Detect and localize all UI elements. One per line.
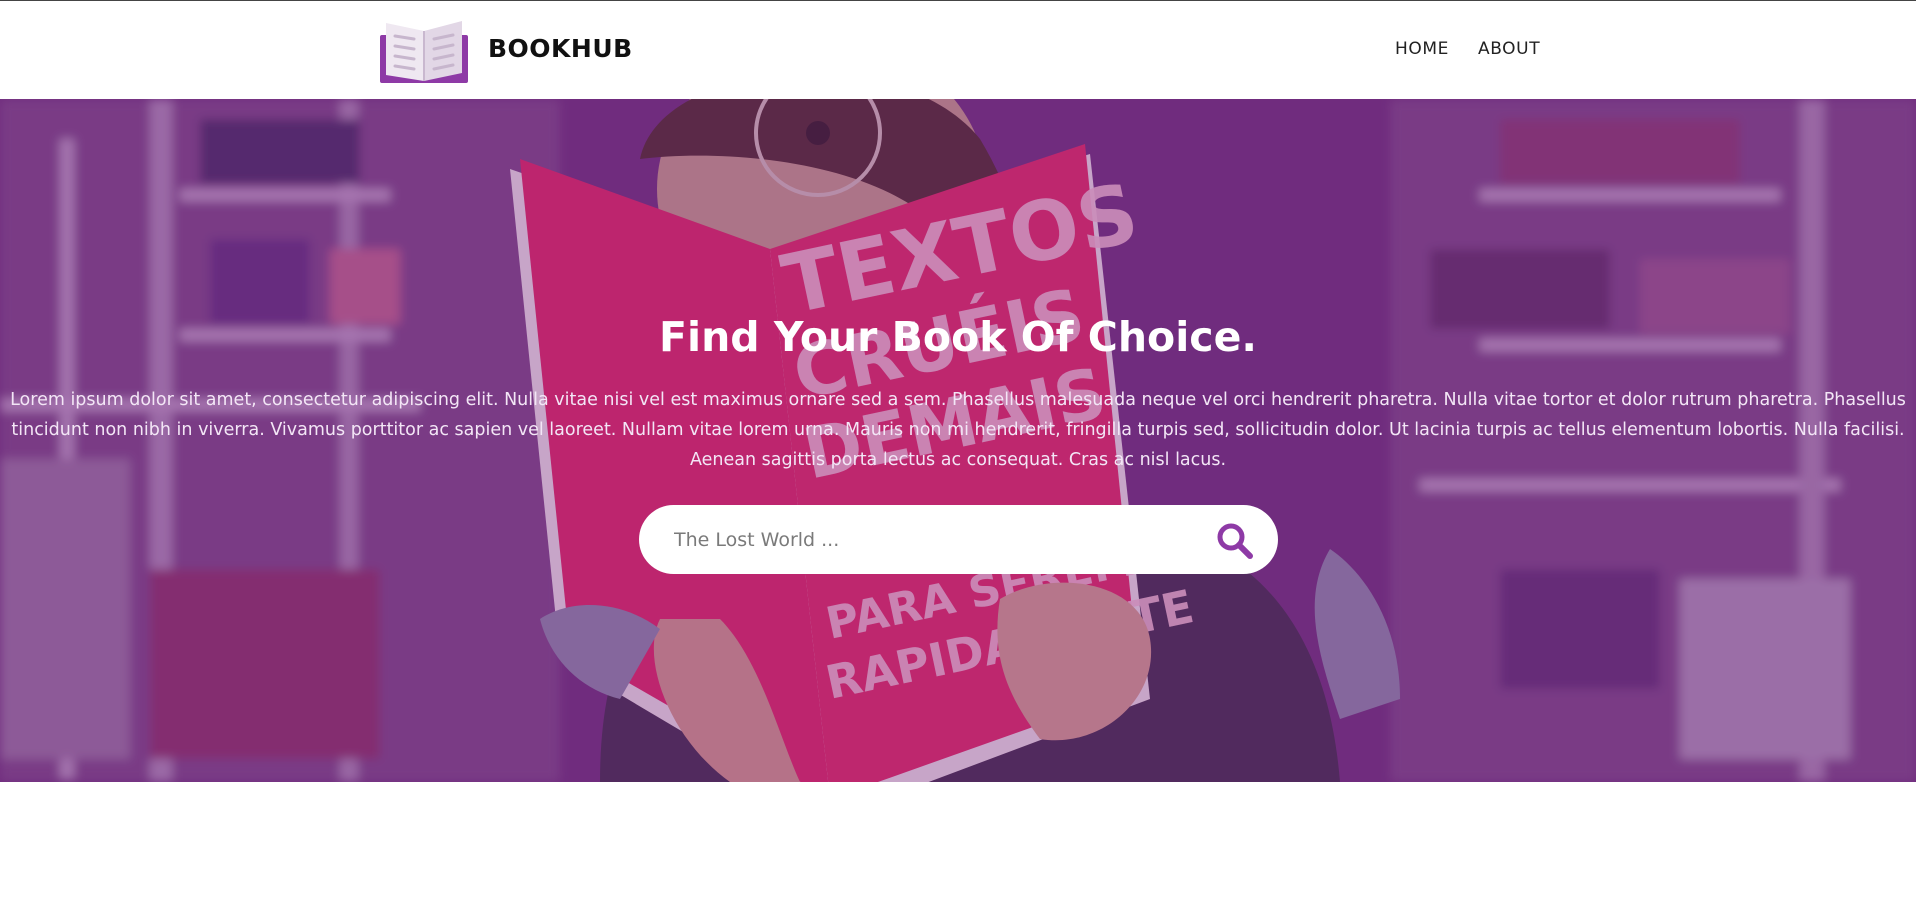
hero-description: Lorem ipsum dolor sit amet, consectetur … (10, 390, 1906, 470)
nav-home-link[interactable]: HOME (1395, 39, 1449, 59)
site-header: BOOKHUB HOME ABOUT (0, 1, 1916, 99)
nav-about-link[interactable]: ABOUT (1478, 39, 1540, 59)
open-book-icon[interactable] (378, 19, 470, 83)
main-nav: HOME ABOUT (1395, 39, 1540, 59)
search-icon[interactable] (1216, 522, 1254, 560)
hero-title: Find Your Book Of Choice. (659, 313, 1257, 361)
brand-name[interactable]: BOOKHUB (488, 34, 633, 63)
search-input[interactable] (672, 517, 1176, 563)
search-bar (639, 505, 1278, 574)
hero-section: TEXTOS CRUÉIS DEMAIS PARA SEREM RAPIDAME… (0, 99, 1916, 782)
